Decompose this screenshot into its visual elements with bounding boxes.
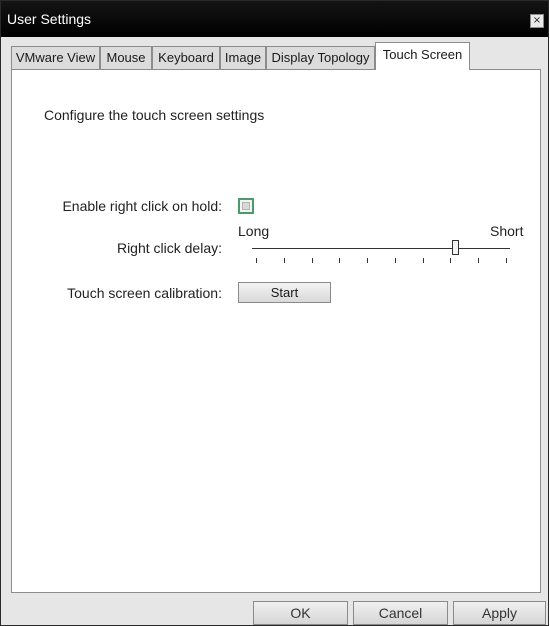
slider-tick bbox=[283, 258, 285, 263]
ok-button[interactable]: OK bbox=[253, 601, 348, 625]
slider-tick bbox=[311, 258, 313, 263]
slider-tick bbox=[506, 258, 507, 263]
slider-max-label: Short bbox=[490, 223, 524, 239]
right-click-delay-label: Right click delay: bbox=[116, 240, 222, 256]
tab-keyboard[interactable]: Keyboard bbox=[152, 46, 220, 69]
tab-mouse[interactable]: Mouse bbox=[100, 46, 152, 69]
apply-button[interactable]: Apply bbox=[453, 601, 546, 625]
slider-tick bbox=[367, 258, 369, 263]
tab-display-topology[interactable]: Display Topology bbox=[266, 46, 375, 69]
panel-description: Configure the touch screen settings bbox=[44, 107, 265, 123]
delay-slider-track[interactable] bbox=[252, 248, 510, 249]
slider-min-label: Long bbox=[238, 223, 270, 239]
window-title: User Settings bbox=[7, 11, 92, 27]
slider-tick bbox=[478, 258, 480, 263]
tab-vmware-view[interactable]: VMware View bbox=[11, 46, 100, 69]
cancel-button[interactable]: Cancel bbox=[353, 601, 448, 625]
close-icon[interactable]: × bbox=[530, 14, 544, 28]
right-click-checkbox[interactable] bbox=[238, 198, 254, 214]
slider-tick bbox=[256, 258, 257, 263]
user-settings-dialog: User Settings × VMware View Mouse Keyboa… bbox=[0, 0, 549, 626]
right-click-label: Enable right click on hold: bbox=[62, 198, 222, 214]
delay-slider-thumb[interactable] bbox=[452, 240, 459, 255]
slider-tick bbox=[450, 258, 452, 263]
tab-touch-screen[interactable]: Touch Screen bbox=[375, 42, 470, 70]
title-bar: User Settings × bbox=[1, 1, 548, 37]
start-calibration-button[interactable]: Start bbox=[238, 282, 331, 303]
slider-tick bbox=[339, 258, 341, 263]
calibration-label: Touch screen calibration: bbox=[67, 285, 222, 301]
tab-image[interactable]: Image bbox=[220, 46, 266, 69]
slider-tick bbox=[422, 258, 424, 263]
slider-tick bbox=[394, 258, 396, 263]
touch-screen-panel: Configure the touch screen settings Enab… bbox=[11, 69, 541, 593]
